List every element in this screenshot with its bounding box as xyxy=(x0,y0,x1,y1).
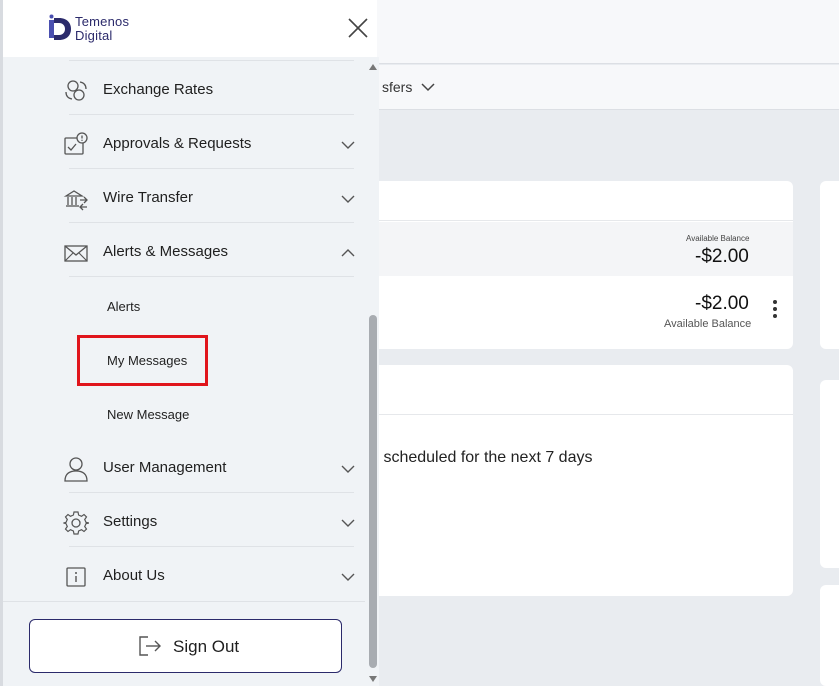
menu-item-label: User Management xyxy=(103,459,227,476)
menu-item-wire-transfer[interactable]: Wire Transfer xyxy=(3,172,365,226)
divider xyxy=(69,276,354,277)
gear-icon xyxy=(63,511,89,535)
brand-name-line1: Temenos xyxy=(75,14,130,29)
exchange-rates-icon xyxy=(65,80,87,101)
drawer-header: Temenos Digital xyxy=(3,0,377,57)
chevron-down-icon xyxy=(341,141,355,149)
menu-item-alerts-messages[interactable]: Alerts & Messages xyxy=(3,226,365,280)
close-icon[interactable] xyxy=(347,17,369,39)
sign-out-icon xyxy=(139,636,161,656)
scrollbar-thumb[interactable] xyxy=(369,315,377,668)
menu-item-label: About Us xyxy=(103,567,165,584)
menu-item-about-us[interactable]: About Us xyxy=(3,550,365,601)
scroll-down-arrow-icon[interactable] xyxy=(369,676,377,682)
divider xyxy=(69,222,354,223)
info-icon xyxy=(66,567,86,587)
submenu-item-alerts[interactable]: Alerts xyxy=(107,299,140,314)
scroll-up-arrow-icon[interactable] xyxy=(369,64,377,70)
menu-item-settings[interactable]: Settings xyxy=(3,496,365,550)
chevron-down-icon xyxy=(341,465,355,473)
side-drawer: Temenos Digital Exchange Rates Approvals… xyxy=(0,0,379,686)
logo-icon xyxy=(49,14,71,40)
sign-out-label: Sign Out xyxy=(173,637,240,656)
menu-item-exchange-rates[interactable]: Exchange Rates xyxy=(3,64,365,118)
divider xyxy=(69,168,354,169)
chevron-down-icon xyxy=(341,573,355,581)
menu-item-label: Approvals & Requests xyxy=(103,135,252,152)
divider xyxy=(69,114,354,115)
brand-name-line2: Digital xyxy=(75,28,113,43)
menu-item-label: Wire Transfer xyxy=(103,189,194,206)
drawer-menu: Exchange Rates Approvals & Requests Wire… xyxy=(3,57,365,601)
sign-out-button[interactable]: Sign Out xyxy=(29,619,342,673)
menu-item-label: Settings xyxy=(103,513,158,530)
divider xyxy=(69,60,354,61)
wire-transfer-icon xyxy=(63,190,88,211)
divider xyxy=(69,546,354,547)
chevron-up-icon xyxy=(341,249,355,257)
envelope-icon xyxy=(64,245,88,262)
menu-item-label: Alerts & Messages xyxy=(103,243,229,260)
highlight-box xyxy=(77,335,208,386)
chevron-down-icon xyxy=(341,195,355,203)
approvals-icon xyxy=(64,132,88,155)
submenu-item-new-message[interactable]: New Message xyxy=(107,407,189,422)
menu-item-label: Exchange Rates xyxy=(103,81,214,98)
user-icon xyxy=(64,457,88,482)
brand-logo: Temenos Digital xyxy=(47,14,137,44)
menu-item-user-management[interactable]: User Management xyxy=(3,442,365,496)
divider xyxy=(69,492,354,493)
chevron-down-icon xyxy=(341,519,355,527)
menu-item-approvals-requests[interactable]: Approvals & Requests xyxy=(3,118,365,172)
